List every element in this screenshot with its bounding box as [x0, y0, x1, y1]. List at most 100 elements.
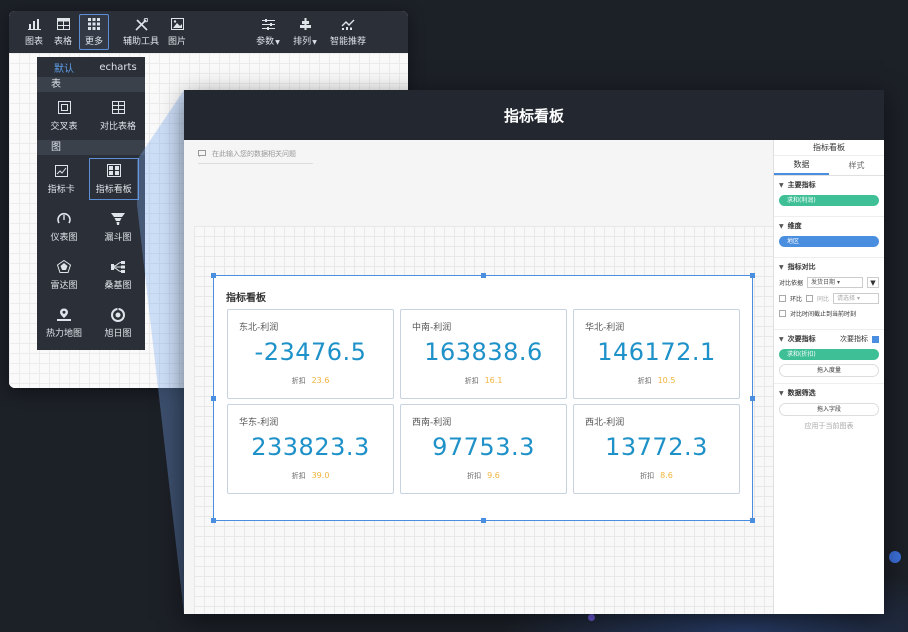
chevron-down-icon[interactable]: ▼	[779, 336, 784, 343]
chart-type-label: 指标卡	[47, 184, 75, 195]
filter-icon[interactable]: ▼	[867, 277, 879, 288]
toolbar-recommend-button[interactable]: 智能推荐	[327, 14, 369, 50]
toolbar-params-button[interactable]: 参数▼	[253, 14, 283, 50]
map-pin-icon	[57, 308, 71, 322]
resize-handle-right[interactable]	[750, 396, 755, 401]
chevron-down-icon[interactable]: ▼	[779, 390, 784, 397]
kpi-card-label: 华东-利润	[239, 418, 279, 428]
kpi-card[interactable]: 华东-利润 233823.3 折扣 39.0	[227, 404, 394, 494]
resize-handle-top-left[interactable]	[211, 273, 216, 278]
secondary-metric-section: ▼ 次要指标 次要指标 求和(折扣) 拖入度量	[774, 330, 884, 384]
kpi-card[interactable]: 中南-利润 163838.6 折扣 16.1	[400, 309, 567, 399]
data-filter-section: ▼ 数据筛选 拖入字段 应用于当前图表	[774, 384, 884, 437]
toolbar-chart-label: 图表	[24, 37, 43, 47]
kpi-card-icon	[54, 164, 68, 178]
resize-handle-left[interactable]	[211, 396, 216, 401]
drop-field-button[interactable]: 拖入字段	[779, 403, 879, 416]
toolbar-more-button[interactable]: 更多	[79, 14, 109, 50]
compare-basis-label: 对比依据	[779, 280, 804, 287]
panel-tab-style[interactable]: 样式	[829, 156, 884, 175]
toolbar-tools-button[interactable]: 辅助工具	[121, 14, 161, 50]
section-title: 维度	[787, 222, 802, 230]
align-icon	[298, 17, 312, 31]
dashboard-canvas: 在此输入您的数据相关问题 指标看板 东北-利润 -23476.5 折扣 23.6 …	[184, 140, 773, 614]
kpi-card-rate: 9.6	[487, 471, 500, 480]
chart-type-kpi-card[interactable]: 指标卡	[37, 155, 86, 203]
kpi-card-footer: 折扣 16.1	[464, 376, 503, 385]
resize-handle-bottom-left[interactable]	[211, 518, 216, 523]
trend-chart-icon	[341, 17, 355, 31]
kpi-card[interactable]: 东北-利润 -23476.5 折扣 23.6	[227, 309, 394, 399]
kpi-card[interactable]: 西南-利润 97753.3 折扣 9.6	[400, 404, 567, 494]
kpi-card[interactable]: 华北-利润 146172.1 折扣 10.5	[573, 309, 740, 399]
ring-compare-label: 环比	[790, 296, 803, 303]
chevron-down-icon[interactable]: ▼	[779, 264, 784, 271]
resize-handle-top[interactable]	[481, 273, 486, 278]
image-icon	[170, 17, 184, 31]
toolbar-image-button[interactable]: 图片	[164, 14, 190, 50]
panel-tab-data[interactable]: 数据	[774, 156, 829, 175]
yoy-compare-label: 同比	[817, 296, 830, 303]
secondary-metric-field[interactable]: 求和(折扣)	[779, 349, 879, 360]
chart-type-gauge[interactable]: 仪表图	[37, 203, 91, 251]
dimension-field[interactable]: 地区	[779, 236, 879, 247]
kpi-card-label: 华北-利润	[585, 323, 625, 333]
resize-handle-top-right[interactable]	[750, 273, 755, 278]
compare-period-select[interactable]: 请选择 ▾	[833, 293, 879, 304]
compare-basis-select[interactable]: 发货日期 ▾	[807, 277, 863, 288]
chevron-down-icon[interactable]: ▼	[779, 223, 784, 230]
chart-type-sankey[interactable]: 桑基图	[91, 251, 145, 299]
section-title: 数据筛选	[787, 389, 816, 397]
chart-type-heatmap[interactable]: 热力地图	[37, 299, 91, 347]
preview-title: 指标看板	[184, 90, 884, 140]
question-search-bar[interactable]: 在此输入您的数据相关问题	[198, 146, 318, 162]
toolbar-more-label: 更多	[84, 37, 103, 47]
dropdown-tab-default[interactable]: 默认	[37, 57, 91, 77]
drop-measure-button[interactable]: 拖入度量	[779, 364, 879, 377]
cutoff-checkbox[interactable]	[779, 310, 786, 317]
kpi-card-value: 97753.3	[432, 433, 535, 461]
chart-type-funnel[interactable]: 漏斗图	[91, 203, 145, 251]
main-metric-field[interactable]: 求和(利润)	[779, 195, 879, 206]
kpi-card-rate: 16.1	[484, 376, 503, 385]
funnel-icon	[111, 212, 125, 226]
editor-toolbar: 图表 表格 更多 辅助工具 图片 参数▼ 排列▼ 智能推荐	[9, 11, 408, 53]
section-title: 指标对比	[787, 263, 816, 271]
kpi-card-footer: 折扣 10.5	[637, 376, 676, 385]
chart-type-label: 仪表图	[50, 232, 78, 243]
chart-type-kpi-board[interactable]: 指标看板	[88, 158, 139, 200]
main-metric-section: ▼ 主要指标 求和(利润)	[774, 176, 884, 217]
toolbar-chart-button[interactable]: 图表	[21, 14, 47, 50]
kpi-board-widget[interactable]: 指标看板 东北-利润 -23476.5 折扣 23.6 中南-利润 163838.…	[211, 273, 755, 523]
chart-type-label: 热力地图	[45, 328, 82, 339]
section-title: 次要指标	[787, 335, 816, 343]
secondary-metric-checkbox[interactable]	[872, 335, 879, 343]
resize-handle-bottom-right[interactable]	[750, 518, 755, 523]
ring-compare-checkbox[interactable]	[779, 295, 786, 302]
chart-type-label: 漏斗图	[104, 232, 132, 243]
tools-icon	[134, 17, 148, 31]
chart-type-radar[interactable]: 雷达图	[37, 251, 91, 299]
yoy-compare-checkbox[interactable]	[806, 295, 814, 302]
kpi-card-footer: 折扣 8.6	[640, 471, 673, 480]
kpi-card-rate: 8.6	[660, 471, 673, 480]
kpi-card-label: 西南-利润	[412, 418, 452, 428]
toolbar-arrange-label: 排列▼	[293, 37, 317, 47]
toolbar-table-button[interactable]: 表格	[50, 14, 76, 50]
dropdown-tab-echarts[interactable]: echarts	[91, 57, 145, 77]
panel-tabs: 数据 样式	[774, 156, 884, 176]
resize-handle-bottom[interactable]	[481, 518, 486, 523]
toolbar-arrange-button[interactable]: 排列▼	[290, 14, 320, 50]
bar-chart-icon	[27, 17, 41, 31]
chart-type-sunburst[interactable]: 旭日图	[91, 299, 145, 347]
radar-icon	[57, 260, 71, 274]
kpi-card-footer: 折扣 9.6	[467, 471, 500, 480]
kpi-card-label: 西北-利润	[585, 418, 625, 428]
kpi-card[interactable]: 西北-利润 13772.3 折扣 8.6	[573, 404, 740, 494]
chart-type-crosstab[interactable]: 交叉表	[37, 92, 91, 140]
gauge-icon	[57, 212, 71, 226]
chart-type-compare-table[interactable]: 对比表格	[91, 92, 145, 140]
toolbar-table-label: 表格	[53, 37, 72, 47]
kpi-card-footer: 折扣 39.0	[291, 471, 330, 480]
chevron-down-icon[interactable]: ▼	[779, 182, 784, 189]
